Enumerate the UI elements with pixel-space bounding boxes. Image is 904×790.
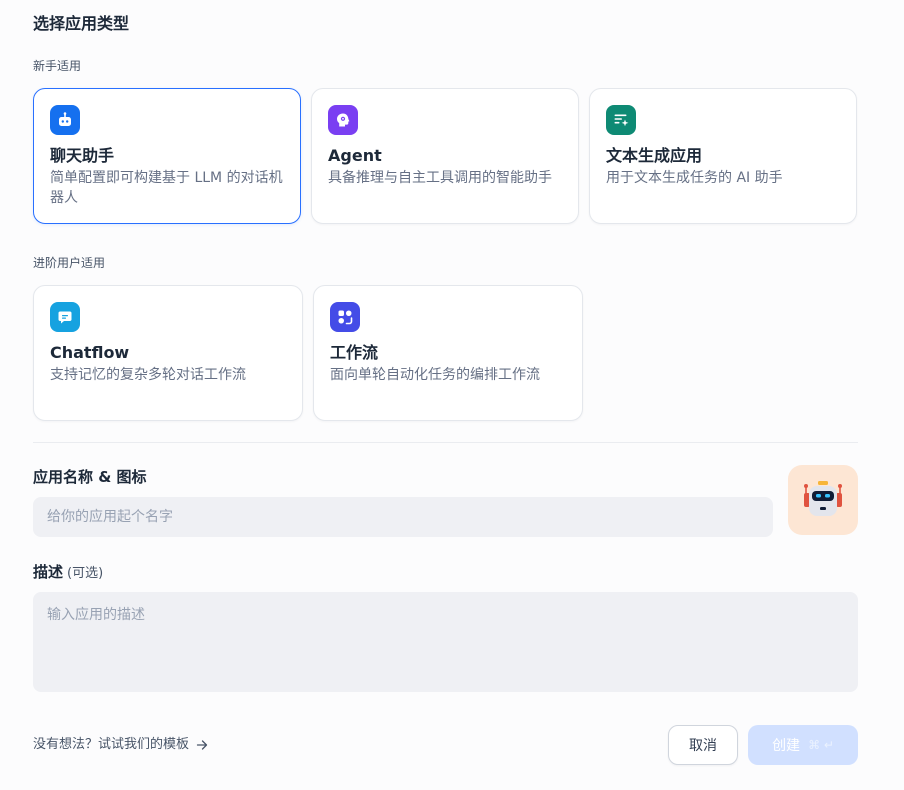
card-title: Chatflow (50, 343, 130, 362)
app-type-card-text-generation[interactable]: 文本生成应用 用于文本生成任务的 AI 助手 (589, 88, 857, 224)
app-type-card-agent[interactable]: Agent 具备推理与自主工具调用的智能助手 (311, 88, 579, 224)
card-description: 面向单轮自动化任务的编排工作流 (330, 367, 540, 383)
app-name-input[interactable] (33, 497, 773, 537)
app-avatar-picker[interactable] (788, 465, 858, 535)
workflow-icon (330, 302, 360, 332)
create-app-dialog: 选择应用类型 新手适用 聊天助手 简单配置即可构建基于 LLM 的对话机器人 A… (0, 0, 904, 790)
cancel-button[interactable]: 取消 (668, 725, 738, 765)
chat-bot-icon (50, 105, 80, 135)
description-label-text: 描述 (33, 563, 64, 581)
robot-avatar-icon (804, 481, 842, 516)
card-description: 简单配置即可构建基于 LLM 的对话机器人 (50, 170, 283, 206)
app-type-card-chat-assistant[interactable]: 聊天助手 简单配置即可构建基于 LLM 的对话机器人 (33, 88, 301, 224)
card-description: 用于文本生成任务的 AI 助手 (606, 170, 783, 186)
try-templates-link[interactable]: 没有想法？试试我们的模板 (33, 735, 209, 755)
create-button[interactable]: 创建 ⌘ ↵ (748, 725, 858, 765)
description-textarea[interactable] (33, 592, 858, 692)
card-title: 聊天助手 (50, 146, 115, 165)
keyboard-shortcut: ⌘ ↵ (808, 738, 834, 752)
optional-hint: (可选) (67, 566, 104, 581)
description-label: 描述 (可选) (33, 562, 103, 584)
card-title: 文本生成应用 (606, 146, 703, 165)
section-label-beginner: 新手适用 (33, 59, 82, 73)
app-type-card-workflow[interactable]: 工作流 面向单轮自动化任务的编排工作流 (313, 285, 583, 421)
card-description: 支持记忆的复杂多轮对话工作流 (50, 367, 246, 383)
app-type-card-chatflow[interactable]: Chatflow 支持记忆的复杂多轮对话工作流 (33, 285, 303, 421)
app-name-label: 应用名称 & 图标 (33, 468, 147, 486)
section-label-advanced: 进阶用户适用 (33, 256, 106, 270)
page-title: 选择应用类型 (33, 14, 130, 33)
card-title: 工作流 (330, 343, 379, 362)
card-title: Agent (328, 146, 382, 165)
create-button-label: 创建 (772, 738, 801, 754)
section-divider (33, 442, 858, 443)
chatflow-icon (50, 302, 80, 332)
agent-brain-icon (328, 105, 358, 135)
arrow-right-icon (196, 740, 208, 750)
text-generation-icon (606, 105, 636, 135)
card-description: 具备推理与自主工具调用的智能助手 (328, 170, 552, 186)
template-link-text: 没有想法？试试我们的模板 (33, 737, 190, 752)
cancel-button-label: 取消 (689, 738, 717, 754)
